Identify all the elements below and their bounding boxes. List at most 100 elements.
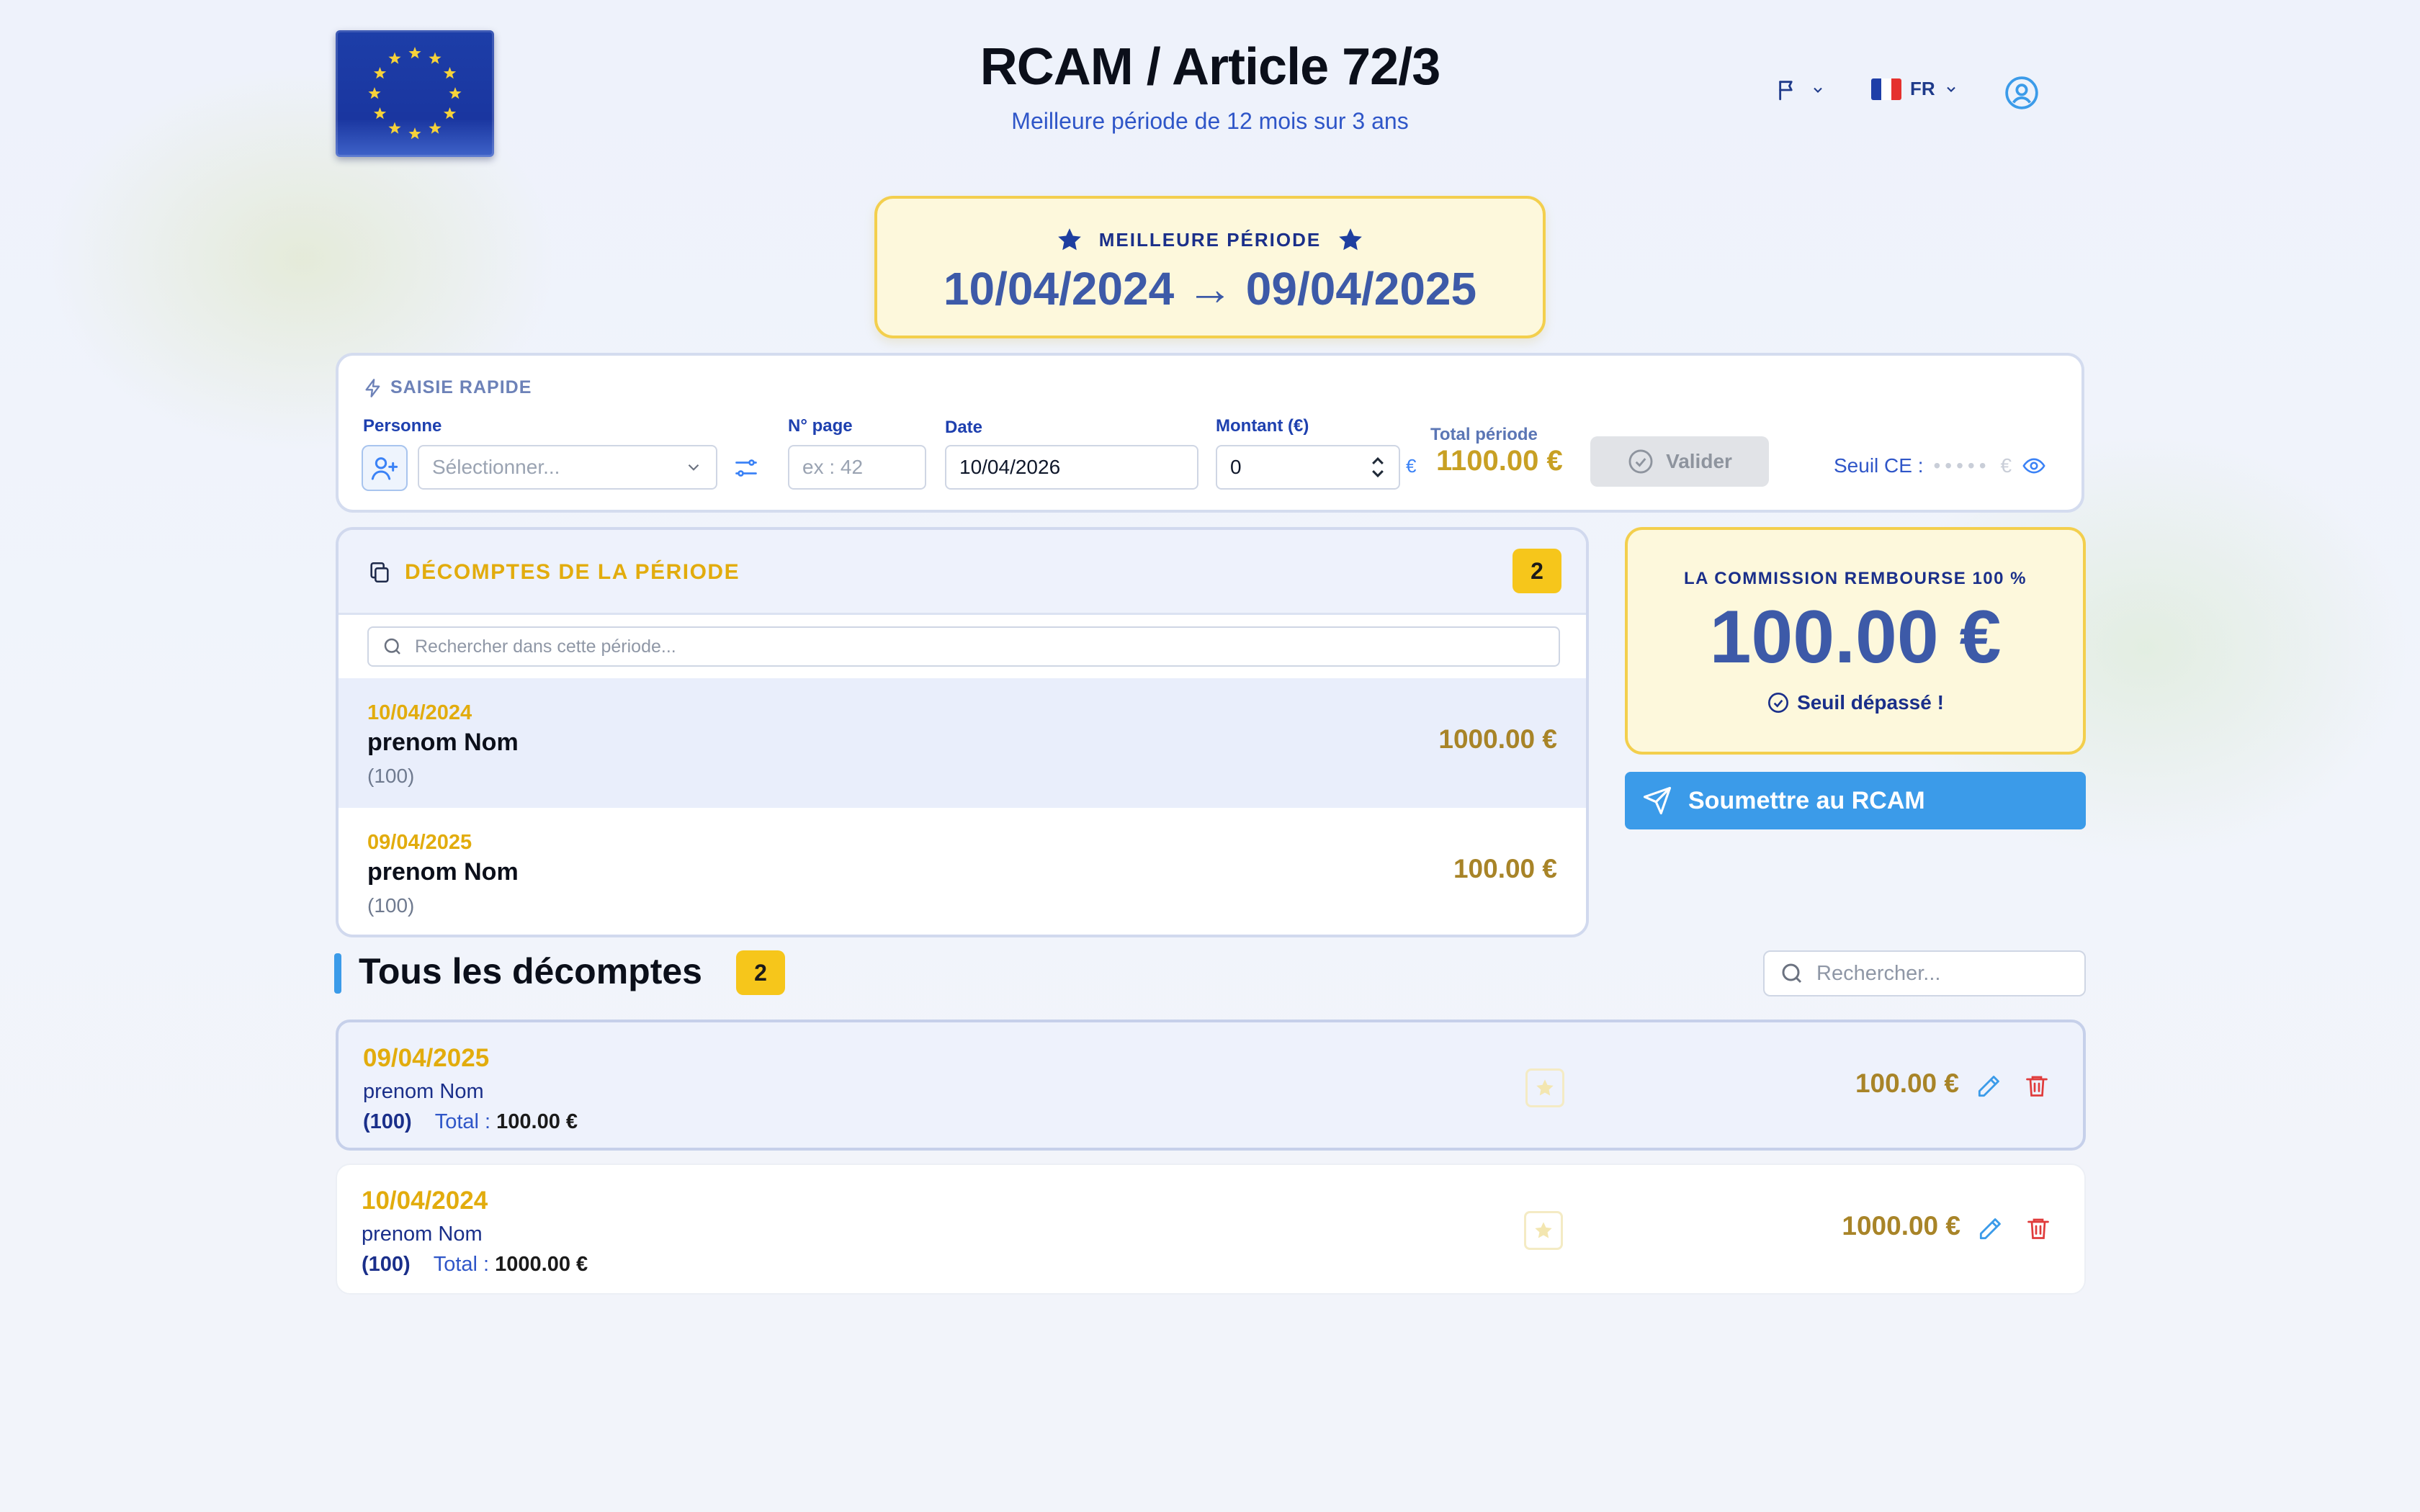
all-records-title: Tous les décomptes [359, 951, 702, 991]
eu-star-mark [373, 67, 387, 79]
page-title: RCAM / Article 72/3 [980, 38, 1441, 96]
best-period-label: MEILLEURE PÉRIODE [1098, 228, 1322, 251]
record-total: 1000.00 € [495, 1253, 588, 1276]
pencil-icon [1978, 1076, 1999, 1097]
eu-star-mark [443, 107, 457, 120]
filter-settings-button[interactable] [733, 455, 759, 485]
star-icon [1057, 228, 1081, 251]
threshold-status: Seuil dépassé ! [1797, 691, 1944, 714]
global-search-input[interactable]: Rechercher... [1763, 950, 2086, 996]
amount-input[interactable]: 0 [1216, 445, 1400, 490]
date-input[interactable]: 10/04/2026 [945, 445, 1198, 490]
edit-button[interactable] [1975, 1073, 2002, 1104]
page-subtitle: Meilleure période de 12 mois sur 3 ans [1011, 108, 1409, 134]
copy-icon [370, 562, 389, 583]
period-records-title: DÉCOMPTES DE LA PÉRIODE [405, 560, 740, 584]
page-number-label: N° page [788, 416, 853, 436]
language-selector[interactable]: FR [1871, 78, 1958, 100]
record-person: prenom Nom [367, 858, 519, 886]
record-card[interactable]: 09/04/2025 prenom Nom (100) Total : 100.… [336, 1020, 2086, 1151]
page-number-placeholder: ex : 42 [802, 456, 864, 478]
spinner-icon[interactable] [1370, 455, 1386, 480]
date-value: 10/04/2026 [959, 456, 1061, 478]
eu-star-mark [429, 52, 442, 64]
record-amount: 100.00 € [1855, 1068, 1959, 1098]
favorite-button[interactable] [1525, 1068, 1564, 1107]
record-date: 09/04/2025 [367, 831, 472, 854]
add-person-button[interactable] [362, 445, 408, 491]
page-number-input[interactable]: ex : 42 [788, 445, 926, 490]
eye-icon[interactable] [2022, 454, 2046, 478]
eu-flag-icon [336, 30, 494, 157]
record-person: prenom Nom [367, 729, 519, 756]
record-total-label: Total : [433, 1253, 490, 1276]
chevron-down-icon [1814, 87, 1822, 93]
eu-star-mark [449, 87, 462, 99]
eu-star-mark [388, 122, 401, 134]
record-date: 10/04/2024 [367, 701, 472, 724]
period-count-badge: 2 [1512, 549, 1561, 593]
record-amount: 100.00 € [1453, 854, 1557, 883]
favorite-button[interactable] [1524, 1211, 1563, 1250]
eu-star-mark [373, 107, 387, 120]
record-number: (100) [367, 894, 415, 917]
record-number: (100) [362, 1253, 411, 1276]
fr-flag-icon [1871, 78, 1901, 100]
record-number: (100) [367, 765, 415, 787]
period-search-placeholder: Rechercher dans cette période... [415, 636, 676, 657]
validate-button[interactable]: Valider [1590, 436, 1769, 487]
person-select-placeholder: Sélectionner... [432, 456, 560, 478]
person-label: Personne [363, 416, 442, 436]
quick-entry-panel: SAISIE RAPIDE Personne Sélectionner... N… [336, 353, 2084, 513]
period-search-input[interactable]: Rechercher dans cette période... [367, 626, 1560, 667]
record-total: 100.00 € [496, 1110, 578, 1133]
record-person: prenom Nom [363, 1080, 484, 1103]
pencil-icon [1979, 1218, 2001, 1240]
search-icon [384, 638, 400, 654]
record-date: 09/04/2025 [363, 1044, 490, 1072]
validate-label: Valider [1666, 450, 1732, 472]
check-circle-icon [1628, 449, 1653, 474]
section-accent-bar [334, 953, 341, 994]
commission-label: LA COMMISSION REMBOURSE 100 % [1683, 569, 2027, 588]
threshold-currency: € [2000, 454, 2012, 477]
record-person: prenom Nom [362, 1223, 483, 1246]
record-card[interactable]: 10/04/2024 prenom Nom (100) Total : 1000… [336, 1164, 2086, 1295]
eu-star-mark [443, 67, 457, 79]
check-circle-icon [1768, 693, 1789, 713]
sliders-icon [735, 459, 757, 477]
chevron-down-icon [688, 464, 699, 471]
threshold-masked-value: ••••• [1933, 454, 1991, 477]
best-period-range: 10/04/2024 → 09/04/2025 [943, 263, 1477, 315]
eu-star-mark [368, 87, 381, 99]
record-amount: 1000.00 € [1842, 1211, 1960, 1241]
delete-button[interactable] [2024, 1071, 2050, 1104]
lightning-icon [365, 378, 380, 397]
record-total-label: Total : [434, 1110, 491, 1133]
period-total-value: 1100.00 € [1436, 445, 1563, 477]
chevron-down-icon [1946, 86, 1955, 92]
eu-star-mark [408, 127, 421, 140]
search-icon [1782, 963, 1802, 984]
trash-icon [2026, 1076, 2048, 1097]
commission-card: LA COMMISSION REMBOURSE 100 % 100.00 € S… [1625, 527, 2086, 755]
period-total-label: Total période [1430, 425, 1538, 444]
edit-button[interactable] [1976, 1215, 2004, 1246]
report-menu-button[interactable] [1776, 78, 1825, 102]
list-item[interactable]: 09/04/2025 prenom Nom (100) 100.00 € [339, 808, 1586, 935]
flag-icon [1779, 81, 1793, 101]
submit-rcam-button[interactable]: Soumettre au RCAM [1625, 772, 2086, 829]
trash-icon [2027, 1218, 2049, 1239]
list-item[interactable]: 10/04/2024 prenom Nom (100) 1000.00 € [339, 678, 1586, 808]
eu-star-mark [429, 122, 442, 134]
star-icon [1339, 228, 1363, 251]
user-circle-icon [2005, 76, 2038, 109]
eu-star-mark [388, 52, 401, 64]
user-account-button[interactable] [2004, 75, 2040, 114]
person-select[interactable]: Sélectionner... [418, 445, 717, 490]
language-label: FR [1910, 78, 1935, 99]
currency-symbol: € [1406, 455, 1417, 477]
eu-star-mark [408, 47, 421, 59]
user-plus-icon [371, 457, 398, 480]
delete-button[interactable] [2025, 1214, 2051, 1246]
